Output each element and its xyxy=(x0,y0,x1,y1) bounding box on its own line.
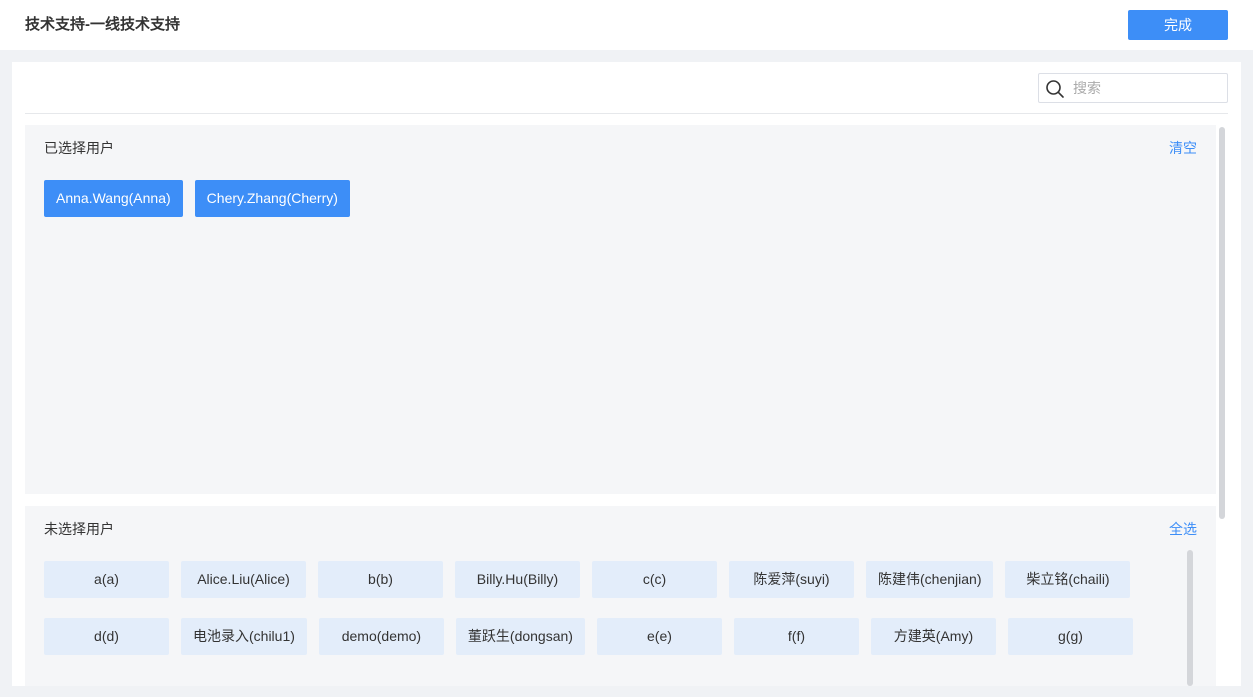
user-chip[interactable]: g(g) xyxy=(1007,618,1133,655)
user-chip[interactable]: c(c) xyxy=(592,561,717,598)
unselected-users-list: a(a) Alice.Liu(Alice) b(b) Billy.Hu(Bill… xyxy=(44,561,1164,675)
user-chip[interactable]: 陈爱萍(suyi) xyxy=(729,561,854,598)
user-chip[interactable]: e(e) xyxy=(596,618,722,655)
user-selector-panel: 已选择用户 清空 Anna.Wang(Anna) Chery.Zhang(Che… xyxy=(12,62,1241,686)
selected-user-chip[interactable]: Chery.Zhang(Cherry) xyxy=(194,180,350,217)
unselected-scrollbar[interactable] xyxy=(1185,550,1195,686)
user-chip[interactable]: 董跃生(dongsan) xyxy=(455,618,585,655)
user-row: d(d) 电池录入(chilu1) demo(demo) 董跃生(dongsan… xyxy=(44,618,1164,655)
user-row: a(a) Alice.Liu(Alice) b(b) Billy.Hu(Bill… xyxy=(44,561,1164,598)
user-chip[interactable]: 陈建伟(chenjian) xyxy=(866,561,994,598)
user-chip[interactable]: Alice.Liu(Alice) xyxy=(181,561,306,598)
user-chip[interactable]: demo(demo) xyxy=(318,618,444,655)
clear-button[interactable]: 清空 xyxy=(1169,139,1197,157)
selected-users-section: 已选择用户 清空 Anna.Wang(Anna) Chery.Zhang(Che… xyxy=(25,125,1216,494)
unselected-users-section: 未选择用户 全选 a(a) Alice.Liu(Alice) b(b) Bill… xyxy=(25,506,1216,686)
user-chip[interactable]: f(f) xyxy=(733,618,859,655)
select-all-button[interactable]: 全选 xyxy=(1169,520,1197,538)
panel-scrollbar[interactable] xyxy=(1217,125,1227,671)
user-chip[interactable]: b(b) xyxy=(318,561,443,598)
user-chip[interactable]: 电池录入(chilu1) xyxy=(181,618,307,655)
selected-user-chip[interactable]: Anna.Wang(Anna) xyxy=(44,180,183,217)
page-title: 技术支持-一线技术支持 xyxy=(25,16,180,33)
scrollbar-thumb[interactable] xyxy=(1219,127,1225,519)
selected-users-list: Anna.Wang(Anna) Chery.Zhang(Cherry) xyxy=(44,180,350,217)
scrollbar-thumb[interactable] xyxy=(1187,550,1193,686)
user-chip[interactable]: 方建英(Amy) xyxy=(870,618,996,655)
user-chip[interactable]: a(a) xyxy=(44,561,169,598)
search-input[interactable] xyxy=(1073,77,1223,99)
user-chip[interactable]: d(d) xyxy=(44,618,169,655)
search-box[interactable] xyxy=(1038,73,1228,103)
search-icon xyxy=(1045,79,1065,99)
user-chip[interactable]: Billy.Hu(Billy) xyxy=(455,561,580,598)
user-chip[interactable]: 柴立铭(chaili) xyxy=(1005,561,1131,598)
done-button[interactable]: 完成 xyxy=(1128,10,1228,40)
unselected-users-label: 未选择用户 xyxy=(44,521,114,537)
top-bar: 技术支持-一线技术支持 完成 xyxy=(0,0,1253,50)
selected-users-label: 已选择用户 xyxy=(44,140,114,156)
divider xyxy=(25,113,1228,114)
